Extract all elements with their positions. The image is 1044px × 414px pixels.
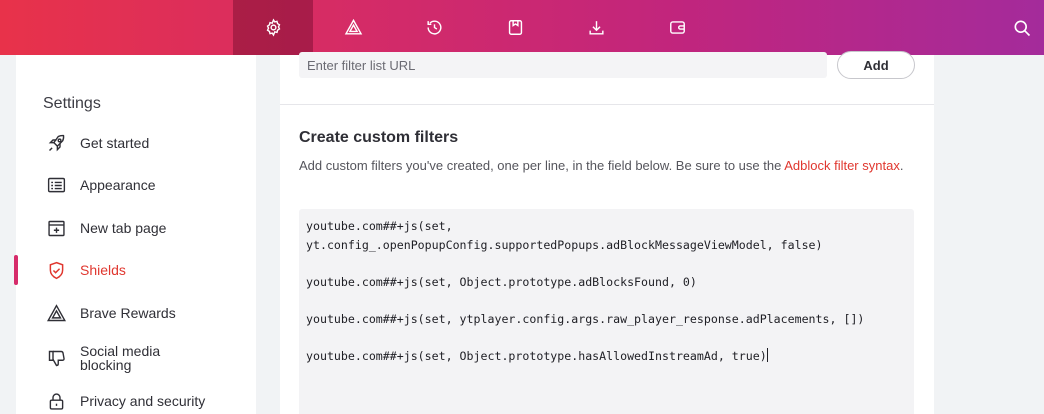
search-icon[interactable]	[1012, 18, 1032, 38]
sidebar-item-label: Appearance	[80, 177, 156, 193]
section-description: Add custom filters you've created, one p…	[299, 156, 914, 176]
tab-settings[interactable]	[233, 0, 313, 55]
sidebar-item-label: Social media blocking	[80, 343, 161, 373]
sidebar-item-label: Get started	[80, 135, 150, 151]
shield-icon	[45, 259, 67, 281]
gear-icon	[266, 18, 280, 37]
tab-rewards[interactable]	[313, 0, 393, 55]
new-tab-icon	[45, 217, 67, 239]
text-cursor	[766, 348, 768, 363]
brave-rewards-icon	[45, 302, 67, 324]
tab-bookmarks[interactable]	[475, 0, 555, 55]
thumbs-down-icon	[45, 347, 67, 369]
brave-rewards-icon	[344, 18, 362, 35]
adblock-syntax-link[interactable]: Adblock filter syntax	[784, 158, 900, 173]
sidebar-item-label: Shields	[80, 262, 126, 278]
sidebar-item-new-tab-page[interactable]: New tab page	[16, 211, 256, 245]
description-text: Add custom filters you've created, one p…	[299, 158, 785, 173]
top-toolbar	[0, 0, 1044, 55]
wallet-icon	[669, 21, 685, 34]
appearance-icon	[45, 174, 67, 196]
sidebar-item-appearance[interactable]: Appearance	[16, 168, 256, 202]
sidebar-item-label: Brave Rewards	[80, 305, 176, 321]
sidebar-item-brave-rewards[interactable]: Brave Rewards	[16, 296, 256, 330]
sidebar-item-label: Privacy and security	[80, 393, 206, 409]
sidebar-item-label: New tab page	[80, 220, 167, 236]
history-icon	[426, 20, 442, 35]
settings-sidebar: Settings Get started Appearance New tab …	[14, 55, 256, 414]
add-button[interactable]: Add	[837, 51, 915, 79]
sidebar-item-shields[interactable]: Shields	[16, 253, 256, 287]
rocket-icon	[45, 132, 67, 154]
divider	[280, 104, 934, 105]
shields-settings-card: Add Create custom filters Add custom fil…	[280, 51, 934, 414]
lock-icon	[45, 390, 67, 412]
sidebar-title: Settings	[43, 95, 101, 112]
description-period: .	[899, 158, 904, 173]
tab-downloads[interactable]	[556, 0, 636, 55]
sidebar-item-privacy-and-security[interactable]: Privacy and security	[16, 384, 256, 414]
filter-list-url-input[interactable]	[299, 52, 827, 78]
tab-history[interactable]	[394, 0, 474, 55]
section-title: Create custom filters	[299, 129, 459, 146]
custom-filters-text: youtube.com##+js(set, yt.config_.openPop…	[306, 219, 865, 364]
sidebar-item-social-media-blocking[interactable]: Social media blocking	[16, 338, 256, 378]
custom-filters-textarea[interactable]: youtube.com##+js(set, yt.config_.openPop…	[299, 209, 914, 414]
bookmark-icon	[508, 20, 522, 35]
sidebar-item-get-started[interactable]: Get started	[16, 126, 256, 160]
tab-wallet[interactable]	[637, 0, 717, 55]
download-icon	[588, 21, 604, 35]
